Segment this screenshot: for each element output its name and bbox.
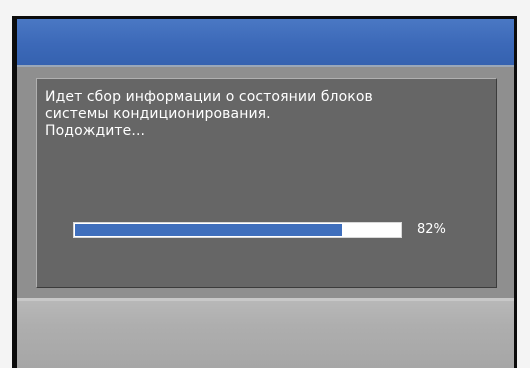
progress-percent-label: 82%	[417, 222, 446, 237]
title-bar	[17, 19, 514, 65]
device-screen: Идет сбор информации о состоянии блоков …	[0, 0, 530, 368]
bottom-bar	[17, 298, 514, 368]
progress-dialog: Идет сбор информации о состоянии блоков …	[36, 78, 497, 288]
progress-bar-fill	[75, 224, 342, 236]
progress-bar	[73, 222, 402, 238]
status-message: Идет сбор информации о состоянии блоков …	[45, 89, 373, 139]
